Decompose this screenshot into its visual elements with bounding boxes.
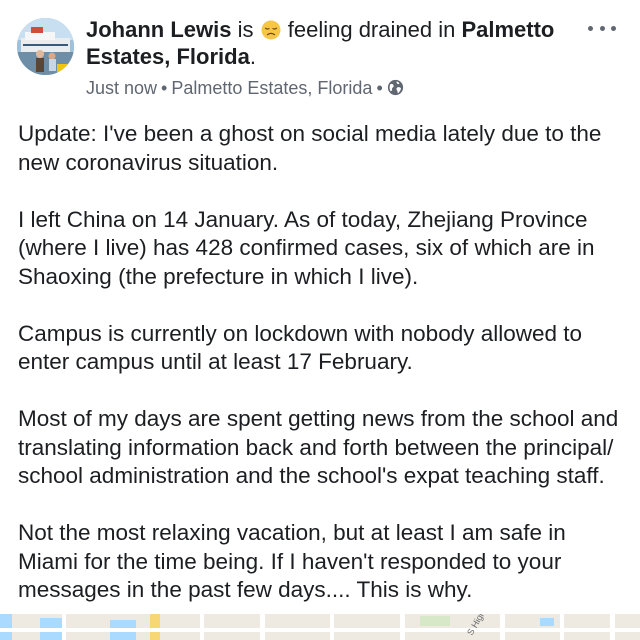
post-header: Johann Lewis is feeling drained in Palme… <box>0 0 640 112</box>
more-dot <box>611 25 616 31</box>
post-headline: Johann Lewis is feeling drained in Palme… <box>86 16 556 70</box>
meta-separator: • <box>161 78 168 98</box>
feeling-prefix: is <box>237 17 254 42</box>
post-paragraph: I left China on 14 January. As of today,… <box>18 206 595 289</box>
author-name[interactable]: Johann Lewis <box>86 17 231 42</box>
headline-period: . <box>249 44 256 69</box>
meta-location[interactable]: Palmetto Estates, Florida <box>171 78 372 98</box>
post-paragraph: Campus is currently on lockdown with nob… <box>18 320 583 375</box>
feeling-text: feeling drained in <box>287 17 456 42</box>
location-map[interactable]: S High <box>0 614 640 640</box>
disappointed-face-icon <box>261 20 281 40</box>
more-dot <box>588 25 593 31</box>
avatar-photo <box>17 18 74 75</box>
post-paragraph: Not the most relaxing vacation, but at l… <box>18 520 566 602</box>
more-dot <box>599 25 605 31</box>
globe-icon[interactable] <box>387 79 404 96</box>
meta-separator-2: • <box>376 78 383 98</box>
facebook-post: Johann Lewis is feeling drained in Palme… <box>0 0 640 640</box>
timestamp[interactable]: Just now <box>86 78 157 98</box>
map-tiles: S High <box>0 614 640 640</box>
post-paragraph: Most of my days are spent getting news f… <box>18 406 619 488</box>
post-meta: Just now • Palmetto Estates, Florida • <box>86 76 404 100</box>
post-paragraph: Update: I've been a ghost on social medi… <box>18 121 602 175</box>
more-options-icon[interactable] <box>588 18 616 38</box>
post-body: Update: I've been a ghost on social medi… <box>18 120 628 633</box>
avatar[interactable] <box>17 18 74 75</box>
